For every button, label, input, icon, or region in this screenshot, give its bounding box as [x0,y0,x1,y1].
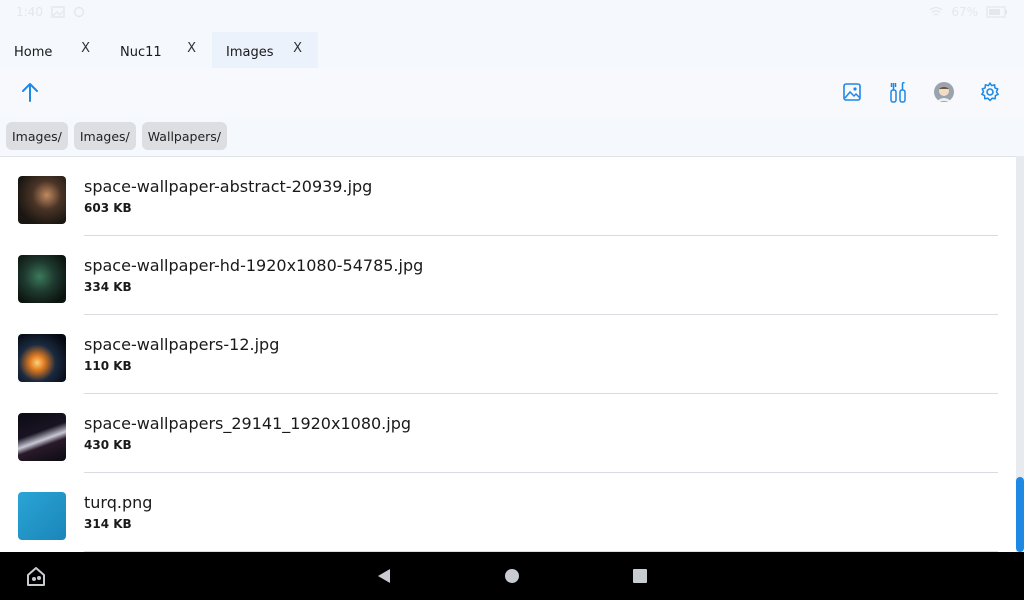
tab-close-button[interactable]: X [187,41,196,60]
file-size: 110 KB [84,359,132,373]
file-thumbnail [18,176,66,224]
tab-close-button[interactable]: X [293,41,302,60]
gear-icon[interactable] [978,80,1002,104]
navigation-bar [0,552,1024,600]
list-item[interactable]: turq.png 314 KB [0,473,1016,552]
battery-icon [986,6,1007,18]
status-right: 67% [929,5,1008,19]
file-name: turq.png [84,493,153,512]
avatar-icon[interactable] [932,80,956,104]
breadcrumb-item[interactable]: Images/ [73,122,136,150]
file-size: 334 KB [84,280,132,294]
tab-label: Nuc11 [120,44,162,60]
status-left: 1:40 [16,5,85,19]
tab-label: Images [226,44,274,60]
file-thumbnail [18,255,66,303]
list-item[interactable]: space-wallpapers-12.jpg 110 KB [0,315,1016,394]
image-notification-icon [51,6,65,18]
status-time: 1:40 [16,5,43,19]
image-icon[interactable] [840,80,864,104]
status-bar: 1:40 67% [0,0,1024,24]
recents-icon[interactable] [628,564,652,588]
tab-nuc11[interactable]: Nuc11 X [106,32,212,68]
file-thumbnail [18,413,66,461]
file-name: space-wallpapers-12.jpg [84,335,280,354]
list-item[interactable]: space-wallpaper-abstract-20939.jpg 603 K… [0,157,1016,236]
list-item[interactable]: space-wallpapers_29141_1920x1080.jpg 430… [0,394,1016,473]
tab-label: Home [14,44,53,60]
toolbar-actions [840,80,1002,104]
file-thumbnail [18,334,66,382]
tools-icon[interactable] [886,80,910,104]
wifi-icon [929,6,943,16]
list-item[interactable]: space-wallpaper-hd-1920x1080-54785.jpg 3… [0,236,1016,315]
scrollbar-thumb[interactable] [1016,477,1024,552]
home-icon[interactable] [500,564,524,588]
file-name: space-wallpaper-abstract-20939.jpg [84,177,373,196]
back-icon[interactable] [372,564,396,588]
tab-close-button[interactable]: X [81,41,90,60]
file-name: space-wallpapers_29141_1920x1080.jpg [84,414,412,433]
tab-images[interactable]: Images X [212,32,318,68]
tab-home[interactable]: Home X [0,32,106,68]
breadcrumb-item[interactable]: Wallpapers/ [141,122,227,150]
file-size: 314 KB [84,517,132,531]
breadcrumb-item[interactable]: Images/ [6,122,68,150]
sync-icon [73,6,85,18]
app-switch-icon[interactable] [24,564,48,588]
battery-percent: 67% [951,5,978,19]
breadcrumb: Images/ Images/ Wallpapers/ [6,122,227,150]
file-name: space-wallpaper-hd-1920x1080-54785.jpg [84,256,424,275]
file-list[interactable]: space-wallpaper-abstract-20939.jpg 603 K… [0,156,1016,552]
file-size: 603 KB [84,201,132,215]
file-thumbnail [18,492,66,540]
toolbar [0,68,1024,116]
file-size: 430 KB [84,438,132,452]
tab-bar: Home X Nuc11 X Images X [0,32,1024,68]
arrow-up-icon[interactable] [18,80,42,104]
